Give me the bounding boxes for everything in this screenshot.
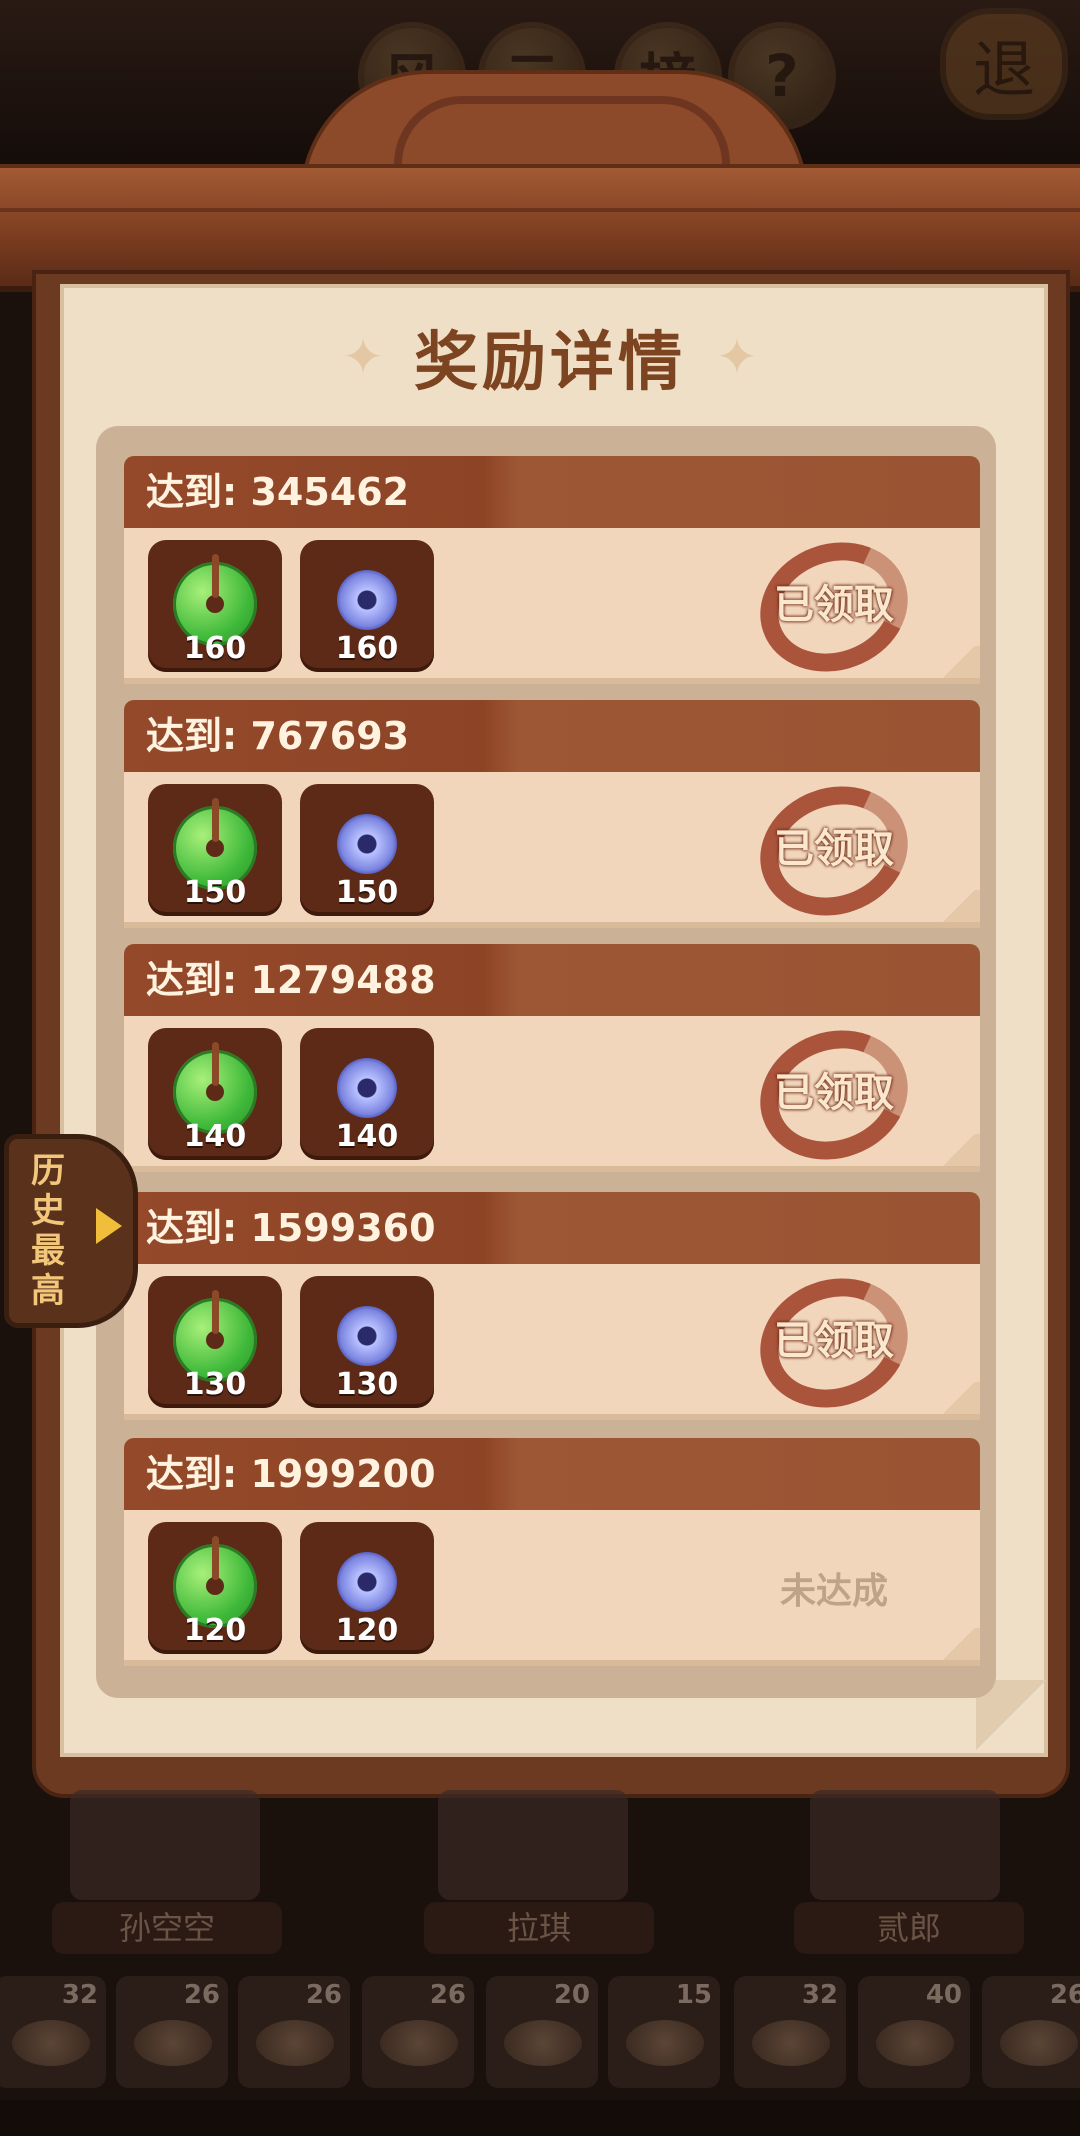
reward-item[interactable]: 160 [300,540,434,672]
dish-slot[interactable]: 26 [362,1976,474,2088]
dish-icon [134,2020,212,2066]
reward-item[interactable]: 120 [300,1522,434,1654]
reward-card-body: 130 130 已领取 [124,1258,980,1428]
reward-card-body: 150 150 已领取 [124,766,980,936]
reward-count: 160 [183,631,247,666]
reward-card: 达到: 1279488 140 140 已领取 [124,944,980,1180]
dish-slot[interactable]: 20 [486,1976,598,2088]
flower-ornament-icon: ✦ [716,328,758,386]
dish-slot[interactable]: 32 [0,1976,106,2088]
reward-card-header: 达到: 1279488 [124,944,980,1016]
panel-title-row: ✦ 奖励详情 ✦ [60,312,1040,402]
dish-slot[interactable]: 15 [608,1976,720,2088]
reward-item[interactable]: 150 [148,784,282,916]
dish-icon [256,2020,334,2066]
target-prefix: 达到: [146,958,238,1002]
claim-status: 未达成 [779,1571,888,1612]
dish-count: 26 [429,1980,466,2010]
reward-count: 140 [335,1119,399,1154]
arrow-right-icon [96,1208,122,1244]
dish-icon [752,2020,830,2066]
character-card[interactable] [810,1790,1000,1900]
reward-count: 160 [335,631,399,666]
claim-status: 已领取 [774,1070,894,1116]
reward-item[interactable]: 130 [148,1276,282,1408]
target-prefix: 达到: [146,470,238,514]
dish-icon [380,2020,458,2066]
dish-count: 26 [305,1980,342,2010]
character-name: 孙空空 [52,1902,282,1954]
target-score: 1999200 [250,1452,436,1496]
dish-count: 20 [553,1980,590,2010]
dish-count: 40 [925,1980,962,2010]
dish-count: 32 [61,1980,98,2010]
dish-slot[interactable]: 32 [734,1976,846,2088]
target-score: 767693 [250,714,410,758]
reward-card: 达到: 1999200 120 120 未达成 [124,1438,980,1666]
panel-title: 奖励详情 [414,326,686,400]
dish-icon [504,2020,582,2066]
bottom-edge [0,2100,1080,2136]
dish-slot[interactable]: 40 [858,1976,970,2088]
character-name: 拉琪 [424,1902,654,1954]
dish-count: 32 [801,1980,838,2010]
reward-card-body: 140 140 已领取 [124,1010,980,1180]
dish-slot[interactable]: 26 [116,1976,228,2088]
reward-item[interactable]: 160 [148,540,282,672]
dish-icon [626,2020,704,2066]
target-score: 1599360 [250,1206,436,1250]
dish-count: 26 [183,1980,220,2010]
dish-icon [1000,2020,1078,2066]
character-name: 贰郎 [794,1902,1024,1954]
blue-ring-icon [337,1306,397,1366]
reward-count: 120 [335,1613,399,1648]
reward-item[interactable]: 150 [300,784,434,916]
claim-status: 已领取 [774,582,894,628]
claim-status: 已领取 [774,1318,894,1364]
reward-card-header: 达到: 767693 [124,700,980,772]
dish-slot[interactable]: 26 [982,1976,1080,2088]
reward-card-header: 达到: 1999200 [124,1438,980,1510]
flower-ornament-icon: ✦ [342,328,384,386]
target-prefix: 达到: [146,1206,238,1250]
exit-label: 退 [972,33,1035,106]
reward-card-body: 160 160 已领取 [124,522,980,692]
target-score: 1279488 [250,958,436,1002]
blue-ring-icon [337,570,397,630]
reward-count: 120 [183,1613,247,1648]
dish-count: 26 [1049,1980,1080,2010]
reward-card-body: 120 120 未达成 [124,1510,980,1666]
blue-ring-icon [337,1058,397,1118]
target-prefix: 达到: [146,714,238,758]
character-card[interactable] [70,1790,260,1900]
reward-item[interactable]: 140 [300,1028,434,1160]
blue-ring-icon [337,814,397,874]
claim-status: 已领取 [774,826,894,872]
reward-item[interactable]: 130 [300,1276,434,1408]
reward-card-header: 达到: 345462 [124,456,980,528]
reward-card: 达到: 345462 160 160 已领取 [124,456,980,692]
reward-card: 达到: 767693 150 150 已领取 [124,700,980,936]
reward-count: 150 [183,875,247,910]
dish-icon [876,2020,954,2066]
dish-inventory-row: 32 26 26 26 20 15 32 40 26 [0,1976,1080,2096]
reward-card-header: 达到: 1599360 [124,1192,980,1264]
reward-count: 140 [183,1119,247,1154]
history-best-label: 历史最高 [31,1151,65,1311]
dish-count: 15 [675,1980,712,2010]
reward-count: 150 [335,875,399,910]
target-score: 345462 [250,470,410,514]
exit-button[interactable]: 退 [940,8,1068,120]
dish-slot[interactable]: 26 [238,1976,350,2088]
reward-item[interactable]: 120 [148,1522,282,1654]
reward-card: 达到: 1599360 130 130 已领取 [124,1192,980,1428]
character-card[interactable] [438,1790,628,1900]
blue-ring-icon [337,1552,397,1612]
reward-count: 130 [335,1367,399,1402]
reward-count: 130 [183,1367,247,1402]
dish-icon [12,2020,90,2066]
target-prefix: 达到: [146,1452,238,1496]
reward-item[interactable]: 140 [148,1028,282,1160]
help-icon: ? [765,42,799,110]
